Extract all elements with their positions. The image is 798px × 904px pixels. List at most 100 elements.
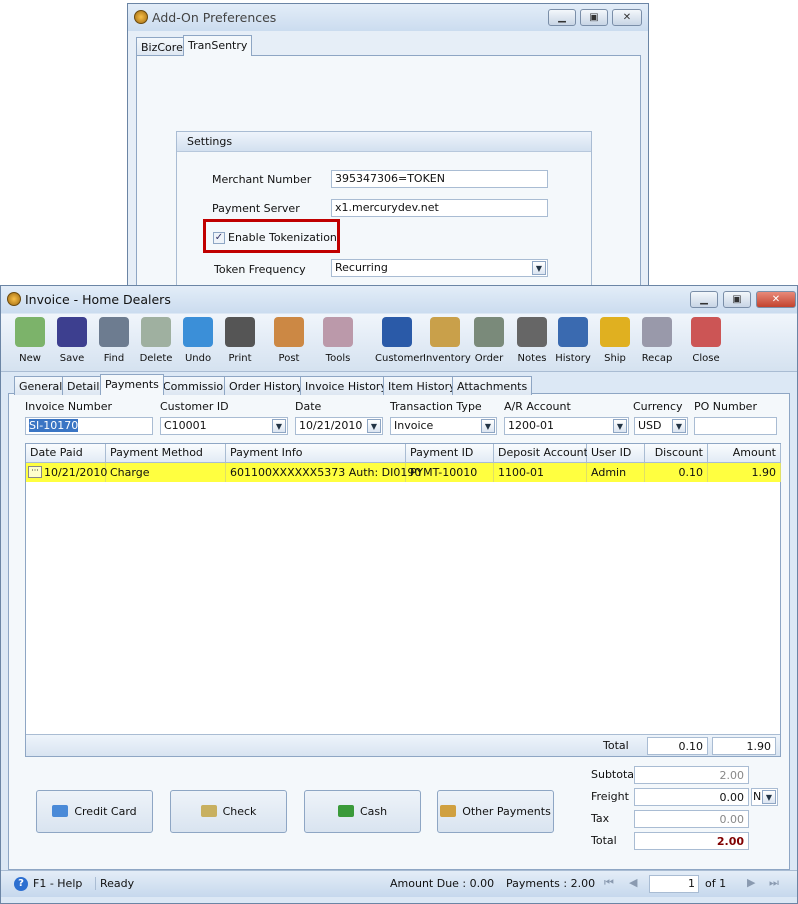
subtotal-value: 2.00	[634, 766, 749, 784]
tab-invoice-history[interactable]: Invoice History	[300, 376, 392, 395]
prev-page-icon[interactable]: ◀	[629, 876, 637, 889]
chevron-down-icon[interactable]: ▼	[613, 419, 627, 433]
close-button[interactable]: ✕	[612, 9, 642, 26]
ship-icon	[600, 317, 630, 347]
total-value: 2.00	[634, 832, 749, 850]
check-label: Check	[222, 805, 257, 818]
customer-button[interactable]: Customer	[375, 313, 424, 370]
ar-account-select[interactable]: 1200-01 ▼	[504, 417, 629, 435]
tab-general[interactable]: General	[14, 376, 68, 395]
close-button[interactable]: ✕	[756, 291, 796, 308]
currency-select[interactable]: USD ▼	[634, 417, 688, 435]
ship-button[interactable]: Ship	[593, 313, 637, 370]
chevron-down-icon[interactable]: ▼	[272, 419, 286, 433]
recap-label: Recap	[641, 353, 673, 364]
post-button[interactable]: Post	[267, 313, 311, 370]
chevron-down-icon[interactable]: ▼	[367, 419, 381, 433]
date-label: Date	[295, 400, 322, 413]
amount-due: Amount Due : 0.00	[390, 877, 495, 890]
notes-label: Notes	[517, 353, 547, 364]
title-bar: Invoice - Home Dealers ▁ ▣ ✕	[1, 286, 797, 313]
merchant-number-input[interactable]: 395347306=TOKEN	[331, 170, 548, 188]
merchant-number-label: Merchant Number	[212, 173, 312, 186]
ar-account-value: 1200-01	[508, 419, 554, 432]
tab-payments[interactable]: Payments	[100, 374, 164, 395]
cell-deposit-account: 1100-01	[494, 463, 587, 482]
maximize-button[interactable]: ▣	[580, 9, 608, 26]
table-row[interactable]: ··· 10/21/2010 Charge 601100XXXXXX5373 Auth…	[26, 444, 781, 501]
po-number-label: PO Number	[694, 400, 757, 413]
other-payments-button[interactable]: Other Payments	[437, 790, 554, 833]
grid-total-label: Total	[603, 739, 629, 752]
check-button[interactable]: Check	[170, 790, 287, 833]
new-button[interactable]: New	[8, 313, 52, 370]
history-label: History	[555, 353, 591, 364]
credit-card-label: Credit Card	[74, 805, 137, 818]
token-frequency-label: Token Frequency	[214, 263, 306, 276]
invoice-number-input[interactable]: SI-10170	[25, 417, 153, 435]
transaction-type-select[interactable]: Invoice ▼	[390, 417, 497, 435]
notes-button[interactable]: Notes	[510, 313, 554, 370]
delete-icon	[141, 317, 171, 347]
row-expand-icon[interactable]: ···	[28, 466, 42, 478]
last-page-icon[interactable]: ⏭	[769, 876, 779, 890]
order-icon	[474, 317, 504, 347]
date-picker[interactable]: 10/21/2010 ▼	[295, 417, 383, 435]
help-icon[interactable]: ?	[14, 877, 28, 891]
maximize-button[interactable]: ▣	[723, 291, 751, 308]
cash-button[interactable]: Cash	[304, 790, 421, 833]
post-label: Post	[278, 353, 300, 364]
minimize-button[interactable]: ▁	[690, 291, 718, 308]
invoice-number-value: SI-10170	[29, 419, 79, 432]
tools-button[interactable]: Tools	[316, 313, 360, 370]
payment-server-input[interactable]: x1.mercurydev.net	[331, 199, 548, 217]
help-label[interactable]: F1 - Help	[33, 877, 82, 890]
chevron-down-icon[interactable]: ▼	[762, 790, 776, 804]
print-button[interactable]: Print	[218, 313, 262, 370]
addon-preferences-window: Add-On Preferences ▁ ▣ ✕ BizCore TranSentr…	[127, 3, 649, 301]
tab-bizcore[interactable]: BizCore	[136, 37, 188, 56]
total-discount: 0.10	[647, 737, 708, 755]
chevron-down-icon[interactable]: ▼	[672, 419, 686, 433]
credit-card-button[interactable]: Credit Card	[36, 790, 153, 833]
recap-button[interactable]: Recap	[635, 313, 679, 370]
tab-item-history[interactable]: Item History	[383, 376, 461, 395]
minimize-button[interactable]: ▁	[548, 9, 576, 26]
close-label: Close	[692, 353, 720, 364]
inventory-button[interactable]: Inventory	[423, 313, 471, 370]
freight-option-select[interactable]: N ▼	[751, 788, 778, 806]
delete-label: Delete	[139, 353, 173, 364]
status-text: Ready	[95, 877, 134, 890]
chevron-down-icon[interactable]: ▼	[481, 419, 495, 433]
cell-date-paid: ··· 10/21/2010	[26, 463, 107, 482]
tab-order-history[interactable]: Order History	[224, 376, 308, 395]
ship-label: Ship	[604, 353, 626, 364]
chevron-down-icon[interactable]: ▼	[532, 261, 546, 275]
status-bar: ? F1 - Help Ready Amount Due : 0.00 Paym…	[1, 870, 797, 897]
history-button[interactable]: History	[551, 313, 595, 370]
freight-input[interactable]: 0.00	[634, 788, 749, 806]
page-input[interactable]: 1	[649, 875, 699, 893]
first-page-icon[interactable]: ⏮	[604, 876, 614, 890]
delete-button[interactable]: Delete	[134, 313, 178, 370]
close-button[interactable]: Close	[684, 313, 728, 370]
find-icon	[99, 317, 129, 347]
undo-button[interactable]: Undo	[176, 313, 220, 370]
order-button[interactable]: Order	[467, 313, 511, 370]
find-button[interactable]: Find	[92, 313, 136, 370]
tab-detail[interactable]: Detail	[62, 376, 105, 395]
next-page-icon[interactable]: ▶	[747, 876, 755, 889]
po-number-input[interactable]	[694, 417, 777, 435]
customer-id-label: Customer ID	[160, 400, 229, 413]
token-frequency-select[interactable]: Recurring ▼	[331, 259, 548, 277]
payments-total: Payments : 2.00	[506, 877, 596, 890]
cell-payment-method: Charge	[106, 463, 226, 482]
tab-attachments[interactable]: Attachments	[452, 376, 533, 395]
tab-transentry[interactable]: TranSentry	[183, 35, 253, 56]
save-button[interactable]: Save	[50, 313, 94, 370]
post-icon	[274, 317, 304, 347]
customer-id-select[interactable]: C10001 ▼	[160, 417, 288, 435]
app-icon	[134, 10, 148, 24]
enable-tokenization-checkbox[interactable]: ✓	[213, 232, 225, 244]
print-icon	[225, 317, 255, 347]
